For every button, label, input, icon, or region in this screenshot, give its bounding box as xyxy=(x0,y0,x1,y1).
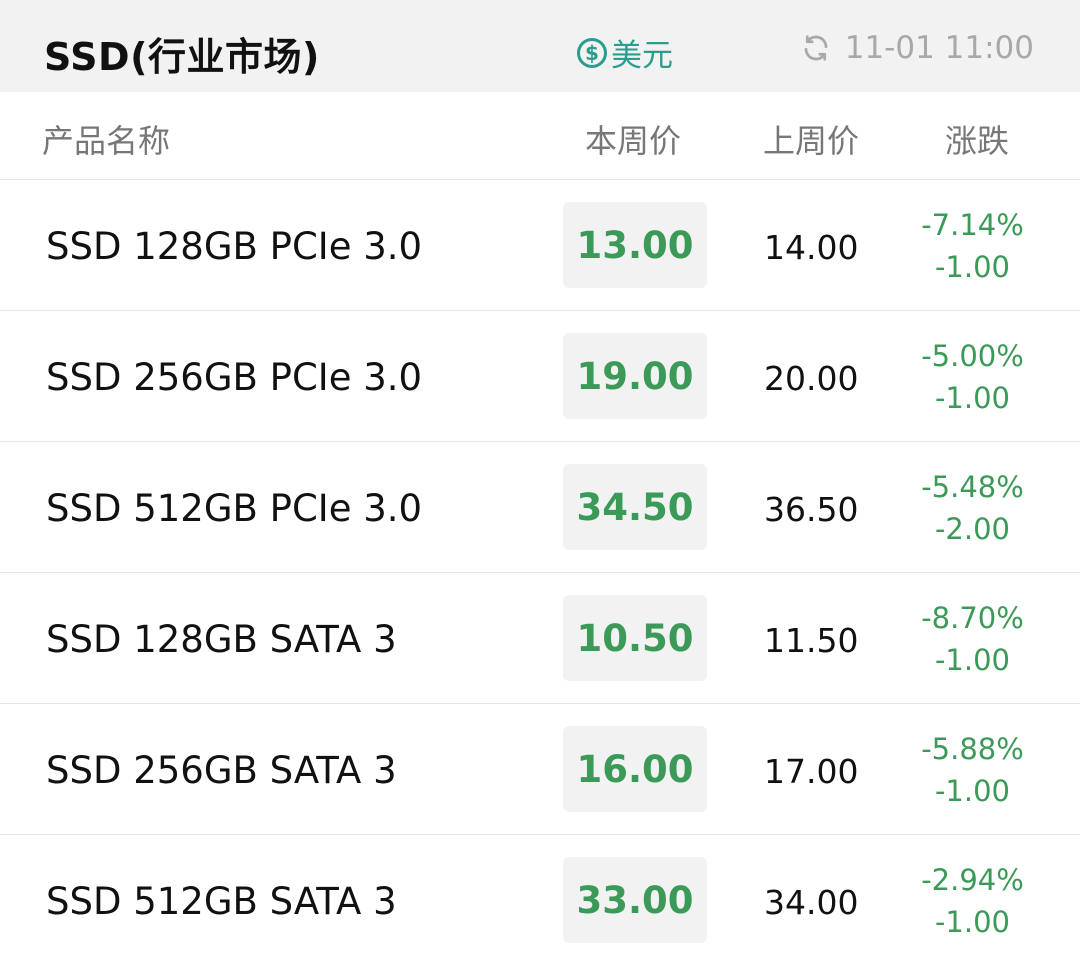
table-row[interactable]: SSD 128GB SATA 3 10.50 11.50 -8.70% -1.0… xyxy=(0,573,1080,704)
page-title: SSD(行业市场) xyxy=(44,35,320,79)
table-header-bar: SSD(行业市场) $ 美元 11-01 11:00 xyxy=(0,0,1080,92)
last-week-price: 11.50 xyxy=(764,621,859,660)
change-amount: -1.00 xyxy=(934,643,1011,677)
last-week-price: 20.00 xyxy=(764,359,859,398)
change-amount: -2.00 xyxy=(934,512,1011,546)
column-header-name: 产品名称 xyxy=(42,122,171,160)
table-row[interactable]: SSD 128GB PCIe 3.0 13.00 14.00 -7.14% -1… xyxy=(0,180,1080,311)
last-week-price: 36.50 xyxy=(764,490,859,529)
product-name: SSD 128GB SATA 3 xyxy=(46,618,397,661)
table-row[interactable]: SSD 256GB PCIe 3.0 19.00 20.00 -5.00% -1… xyxy=(0,311,1080,442)
change-amount: -1.00 xyxy=(934,250,1011,284)
table-row[interactable]: SSD 256GB SATA 3 16.00 17.00 -5.88% -1.0… xyxy=(0,704,1080,835)
change-amount: -1.00 xyxy=(934,905,1011,939)
price-table-body: SSD 128GB PCIe 3.0 13.00 14.00 -7.14% -1… xyxy=(0,180,1080,954)
table-row[interactable]: SSD 512GB SATA 3 33.00 34.00 -2.94% -1.0… xyxy=(0,835,1080,954)
column-header-last-week[interactable]: 上周价 xyxy=(763,116,859,162)
price-change: -7.14% -1.00 xyxy=(910,204,1035,288)
this-week-price: 33.00 xyxy=(563,857,707,943)
product-name: SSD 128GB PCIe 3.0 xyxy=(46,225,423,268)
dollar-circle-icon: $ xyxy=(577,37,607,68)
currency-label: 美元 xyxy=(611,38,673,74)
currency-toggle[interactable]: $ 美元 xyxy=(577,30,673,75)
column-header-change[interactable]: 涨跌 xyxy=(945,116,1009,162)
price-change: -5.88% -1.00 xyxy=(910,728,1035,812)
price-change: -5.00% -1.00 xyxy=(910,335,1035,419)
change-amount: -1.00 xyxy=(934,774,1011,808)
this-week-price: 13.00 xyxy=(563,202,707,288)
this-week-price: 34.50 xyxy=(563,464,707,550)
last-week-price: 14.00 xyxy=(764,228,859,267)
product-name: SSD 256GB SATA 3 xyxy=(46,749,397,792)
column-header-this-week[interactable]: 本周价 xyxy=(585,116,681,162)
this-week-price: 10.50 xyxy=(563,595,707,681)
change-amount: -1.00 xyxy=(934,381,1011,415)
product-name: SSD 512GB PCIe 3.0 xyxy=(46,487,423,530)
price-table-screen: SSD(行业市场) $ 美元 11-01 11:00 产品名称 本周价 上周价 … xyxy=(0,0,1080,954)
price-change: -8.70% -1.00 xyxy=(910,597,1035,681)
column-headers: 产品名称 本周价 上周价 涨跌 xyxy=(0,92,1080,180)
product-name: SSD 256GB PCIe 3.0 xyxy=(46,356,423,399)
last-week-price: 34.00 xyxy=(764,883,859,922)
refresh-icon xyxy=(804,35,828,61)
change-percent: -2.94% xyxy=(921,863,1024,897)
table-row[interactable]: SSD 512GB PCIe 3.0 34.50 36.50 -5.48% -2… xyxy=(0,442,1080,573)
this-week-price: 19.00 xyxy=(563,333,707,419)
last-week-price: 17.00 xyxy=(764,752,859,791)
price-change: -2.94% -1.00 xyxy=(910,859,1035,943)
refresh-timestamp[interactable]: 11-01 11:00 xyxy=(801,30,1034,66)
change-percent: -8.70% xyxy=(921,601,1024,635)
change-percent: -5.48% xyxy=(921,470,1024,504)
product-name: SSD 512GB SATA 3 xyxy=(46,880,397,923)
change-percent: -5.00% xyxy=(921,339,1024,373)
change-percent: -7.14% xyxy=(921,208,1024,242)
change-percent: -5.88% xyxy=(921,732,1024,766)
this-week-price: 16.00 xyxy=(563,726,707,812)
timestamp-text: 11-01 11:00 xyxy=(844,30,1034,66)
price-change: -5.48% -2.00 xyxy=(910,466,1035,550)
